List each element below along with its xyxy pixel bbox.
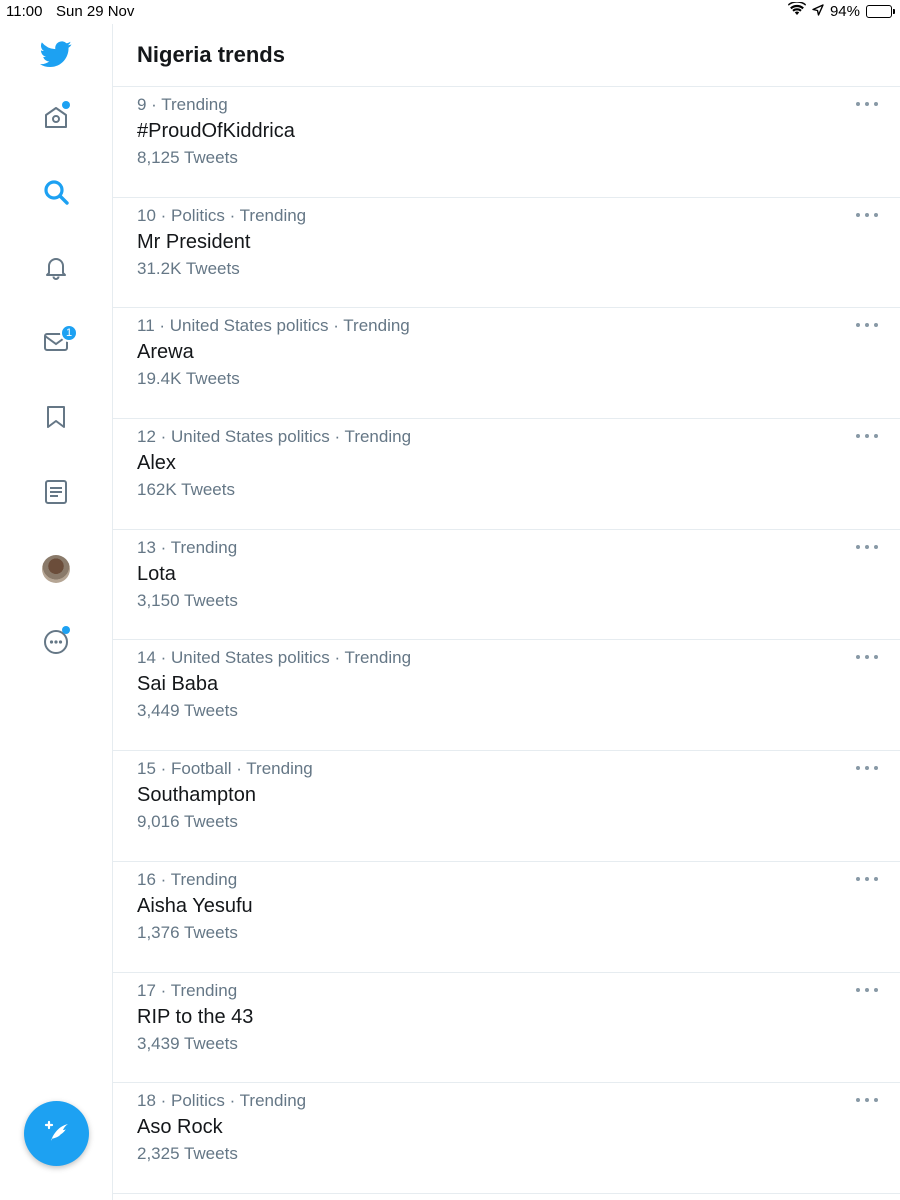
sidebar-item-profile[interactable] xyxy=(36,549,76,589)
twitter-logo-icon[interactable] xyxy=(36,34,76,74)
trend-count: 1,376 Tweets xyxy=(137,922,238,942)
trend-meta: 10 · Politics · Trending xyxy=(137,205,307,225)
trend-name: Mr President xyxy=(137,230,251,253)
trend-item[interactable]: 10 · Politics · Trending Mr President 31… xyxy=(113,198,900,309)
wifi-icon xyxy=(787,1,806,20)
trend-meta: 11 · United States politics · Trending xyxy=(137,316,410,336)
more-options-icon[interactable] xyxy=(856,208,878,222)
trend-name: Sai Baba xyxy=(137,673,219,696)
battery-percent: 94% xyxy=(829,2,860,20)
home-new-dot xyxy=(62,101,70,109)
bell-icon xyxy=(43,254,69,285)
trend-meta: 9 · Trending xyxy=(137,95,228,114)
trend-name: RIP to the 43 xyxy=(137,1005,254,1028)
trend-name: #ProudOfKiddrica xyxy=(137,120,295,142)
status-bar: 11:00 Sun 29 Nov 94% xyxy=(0,0,900,24)
compose-feather-icon xyxy=(42,1116,72,1151)
trend-item[interactable]: 17 · Trending RIP to the 43 3,439 Tweets xyxy=(113,973,900,1084)
trend-item[interactable]: 11 · United States politics · Trending A… xyxy=(113,308,900,420)
trend-name: Southampton xyxy=(137,784,256,807)
status-date: Sun 29 Nov xyxy=(56,3,135,20)
trend-count: 9,016 Tweets xyxy=(137,812,238,832)
more-options-icon[interactable] xyxy=(856,983,878,997)
trend-name: Lota xyxy=(137,562,176,585)
trend-count: 19.4K Tweets xyxy=(137,369,240,389)
trend-meta: 14 · United States politics · Trending xyxy=(137,648,412,668)
trend-meta: 12 · United States politics · Trending xyxy=(137,427,412,447)
more-options-icon[interactable] xyxy=(856,650,878,664)
trend-name: Alex xyxy=(137,452,176,475)
bookmark-icon xyxy=(43,404,69,435)
more-options-icon[interactable] xyxy=(856,540,878,554)
battery-icon xyxy=(866,4,895,18)
list-icon xyxy=(43,479,69,510)
trend-count: 3,439 Tweets xyxy=(137,1033,238,1053)
trend-count: 31.2K Tweets xyxy=(137,258,240,278)
search-icon xyxy=(43,179,69,210)
trend-item[interactable]: 13 · Trending Lota 3,150 Tweets xyxy=(113,530,900,641)
more-options-icon[interactable] xyxy=(856,318,878,332)
trend-item[interactable]: 14 · United States politics · Trending S… xyxy=(113,640,900,752)
trend-count: 3,150 Tweets xyxy=(137,590,238,610)
trend-meta: 16 · Trending xyxy=(137,869,238,889)
trend-count: 8,125 Tweets xyxy=(137,148,238,167)
sidebar-item-notifications[interactable] xyxy=(36,249,76,289)
trend-item[interactable]: 12 · United States politics · Trending A… xyxy=(113,419,900,530)
more-new-dot xyxy=(62,626,70,634)
more-options-icon[interactable] xyxy=(856,761,878,775)
status-time: 11:00 xyxy=(6,3,43,20)
trend-meta: 17 · Trending xyxy=(137,980,238,1000)
sidebar-nav: 1 xyxy=(0,24,113,1200)
trend-name: Arewa xyxy=(137,341,194,364)
trend-name: Aso Rock xyxy=(137,1116,223,1139)
trend-name: Aisha Yesufu xyxy=(137,894,253,917)
sidebar-item-explore[interactable] xyxy=(36,174,76,214)
avatar xyxy=(42,555,70,583)
trend-item[interactable]: 15 · Football · Trending Southampton 9,0… xyxy=(113,751,900,862)
page-header: Nigeria trends xyxy=(113,24,900,87)
sidebar-item-messages[interactable]: 1 xyxy=(36,324,78,364)
location-icon xyxy=(812,3,824,20)
trend-count: 2,325 Tweets xyxy=(137,1144,238,1164)
compose-tweet-button[interactable] xyxy=(24,1101,89,1166)
trend-count: 162K Tweets xyxy=(137,480,235,500)
more-options-icon[interactable] xyxy=(856,872,878,886)
trend-item[interactable]: 18 · Politics · Trending Aso Rock 2,325 … xyxy=(113,1083,900,1194)
page-title: Nigeria trends xyxy=(137,42,285,67)
trend-item[interactable]: 16 · Trending Aisha Yesufu 1,376 Tweets xyxy=(113,862,900,973)
sidebar-item-more[interactable] xyxy=(36,624,76,664)
trend-count: 3,449 Tweets xyxy=(137,701,238,721)
sidebar-item-home[interactable] xyxy=(36,99,76,139)
status-right: 94% xyxy=(787,1,895,20)
more-options-icon[interactable] xyxy=(856,429,878,443)
trend-meta: 18 · Politics · Trending xyxy=(137,1091,307,1111)
trend-item[interactable]: 9 · Trending #ProudOfKiddrica 8,125 Twee… xyxy=(113,87,900,198)
more-options-icon[interactable] xyxy=(856,1093,878,1107)
trend-meta: 13 · Trending xyxy=(137,537,238,557)
sidebar-item-bookmarks[interactable] xyxy=(36,399,76,439)
messages-badge: 1 xyxy=(60,324,78,342)
trend-meta: 15 · Football · Trending xyxy=(137,759,313,779)
main-content: Nigeria trends 9 · Trending #ProudOfKidd… xyxy=(113,24,900,1200)
more-options-icon[interactable] xyxy=(856,97,878,111)
sidebar-item-lists[interactable] xyxy=(36,474,76,514)
